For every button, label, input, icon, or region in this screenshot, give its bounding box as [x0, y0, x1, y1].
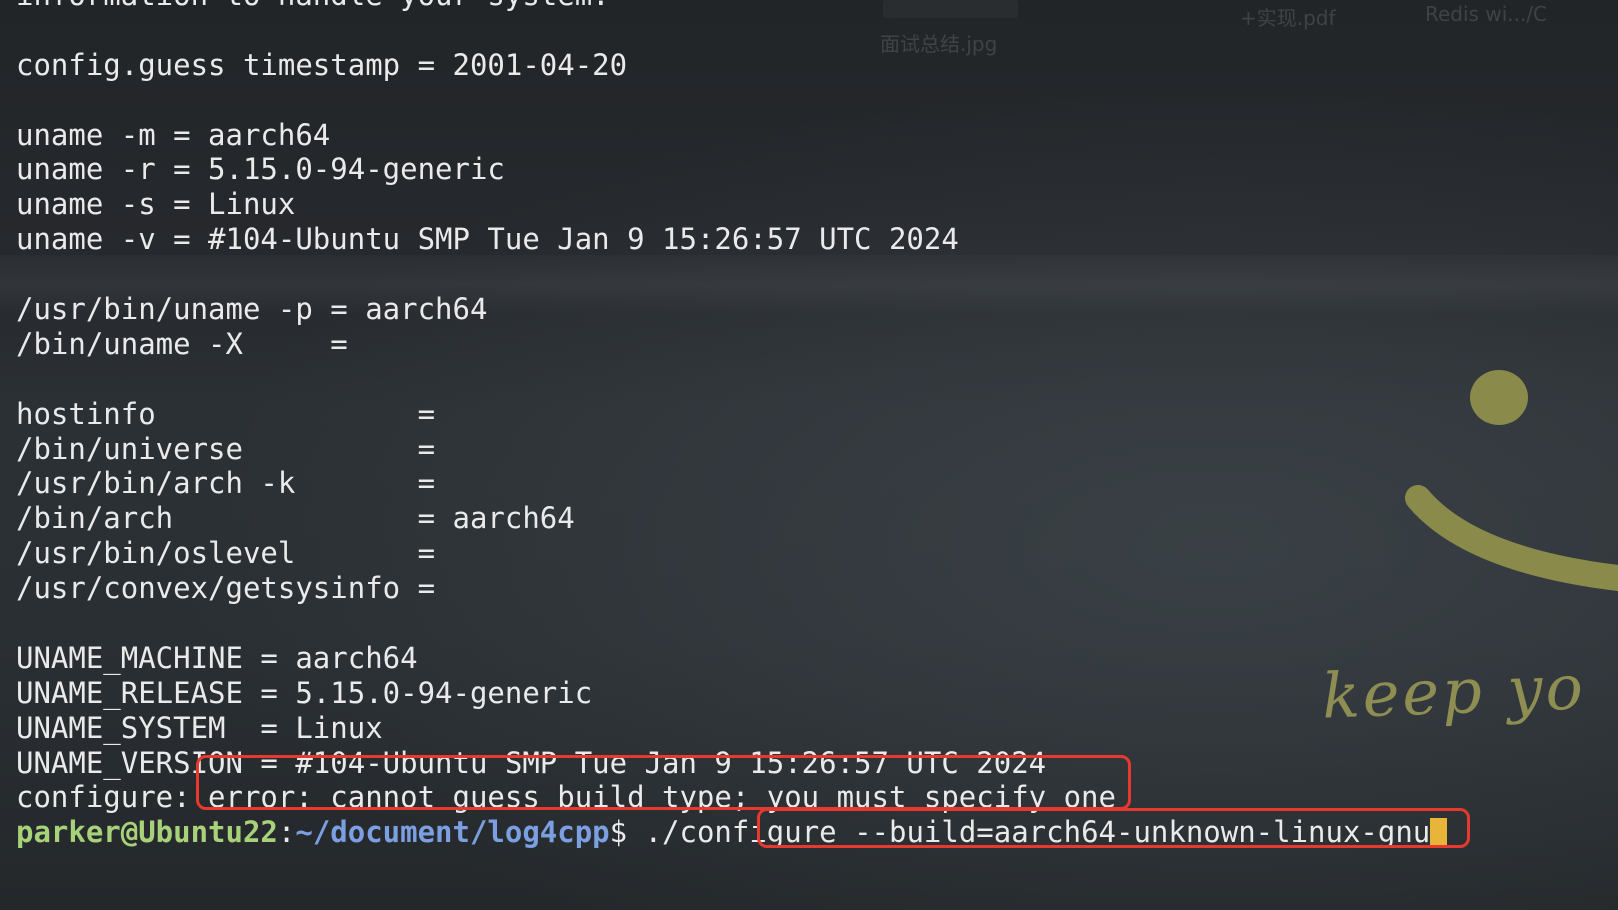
terminal-line: /bin/arch = aarch64 [16, 501, 575, 536]
terminal-line: hostinfo = [16, 396, 436, 431]
terminal-output[interactable]: information to handle your system. confi… [16, 0, 1586, 850]
desktop-background: 面试总结.jpg +实现.pdf Redis wi.../C keep yo i… [0, 0, 1618, 910]
prompt-user-host: parker@Ubuntu22 [16, 815, 278, 850]
terminal-line: UNAME_RELEASE = 5.15.0-94-generic [16, 675, 593, 710]
terminal-line: /usr/bin/oslevel = [16, 536, 436, 571]
terminal-line: /bin/uname -X = [16, 326, 348, 361]
prompt-symbol: $ [609, 815, 645, 850]
terminal-line: /bin/universe = [16, 431, 436, 466]
prompt-path: ~/document/log4cpp [295, 815, 610, 850]
terminal-line: UNAME_SYSTEM = Linux [16, 710, 383, 745]
terminal-line: UNAME_MACHINE = aarch64 [16, 640, 418, 675]
command-annotation-box [757, 808, 1470, 848]
terminal-line: uname -r = 5.15.0-94-generic [16, 152, 505, 187]
terminal-line: uname -s = Linux [16, 187, 296, 222]
terminal-line: information to handle your system. [16, 0, 1586, 13]
terminal-line: uname -v = #104-Ubuntu SMP Tue Jan 9 15:… [16, 222, 959, 257]
terminal-line: uname -m = aarch64 [16, 117, 331, 152]
prompt-colon: : [277, 815, 296, 850]
terminal-line: /usr/bin/uname -p = aarch64 [16, 292, 488, 327]
terminal-line: config.guess timestamp = 2001-04-20 [16, 47, 628, 82]
terminal-line: /usr/convex/getsysinfo = [16, 571, 436, 606]
error-annotation-box [196, 755, 1131, 810]
terminal-line: /usr/bin/arch -k = [16, 466, 436, 501]
